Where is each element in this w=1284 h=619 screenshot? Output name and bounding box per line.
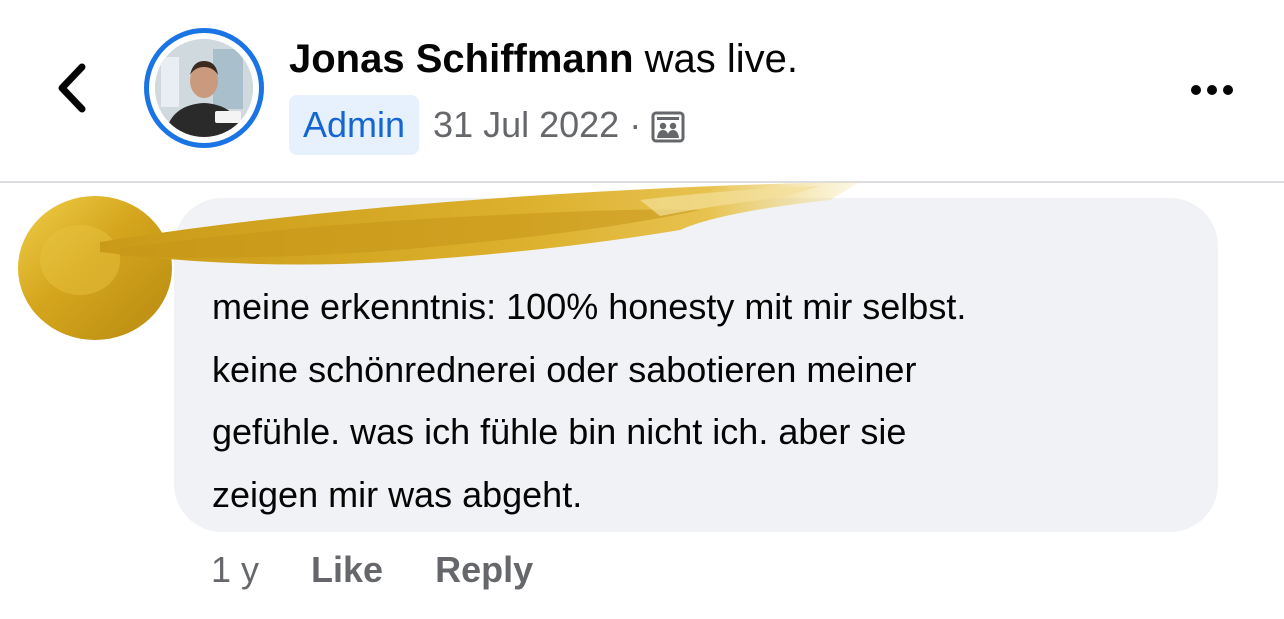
reply-button[interactable]: Reply: [435, 549, 533, 591]
post-meta: Admin 31 Jul 2022 ·: [289, 95, 685, 155]
comment-line: zeigen mir was abgeht.: [212, 473, 583, 515]
post-action-text: was live.: [644, 37, 799, 81]
more-options-button[interactable]: [1180, 70, 1244, 110]
post-title: Jonas Schiffmann was live.: [289, 34, 798, 84]
comment-timestamp[interactable]: 1 y: [211, 549, 259, 591]
person-silhouette-icon: [155, 39, 253, 137]
like-button[interactable]: Like: [311, 549, 383, 591]
author-name[interactable]: Jonas Schiffmann: [289, 37, 634, 81]
more-horizontal-icon: [1191, 85, 1201, 95]
group-icon: [651, 111, 685, 143]
comment-line: gefühle. was ich fühle bin nicht ich. ab…: [212, 411, 907, 452]
comment-line: keine schönrednerei oder sabotieren mein…: [212, 348, 917, 390]
comment-actions: 1 y Like Reply: [211, 545, 533, 595]
admin-badge: Admin: [289, 95, 420, 155]
avatar-photo: [155, 39, 253, 137]
meta-separator: ·: [629, 104, 642, 145]
chevron-left-icon: [58, 63, 86, 113]
back-button[interactable]: [46, 58, 96, 118]
avatar[interactable]: [144, 28, 264, 148]
more-horizontal-icon-dot: [1207, 85, 1217, 95]
comment-line: meine erkenntnis: 100% honesty mit mir s…: [212, 286, 967, 327]
post-detail-screen: Jonas Schiffmann was live. Admin 31 Jul …: [0, 0, 1284, 619]
post-date[interactable]: 31 Jul 2022: [433, 104, 619, 146]
more-horizontal-icon-dot: [1223, 85, 1233, 95]
comment-text: meine erkenntnis: 100% honesty mit mir s…: [212, 276, 1202, 526]
header-divider: [0, 181, 1284, 183]
